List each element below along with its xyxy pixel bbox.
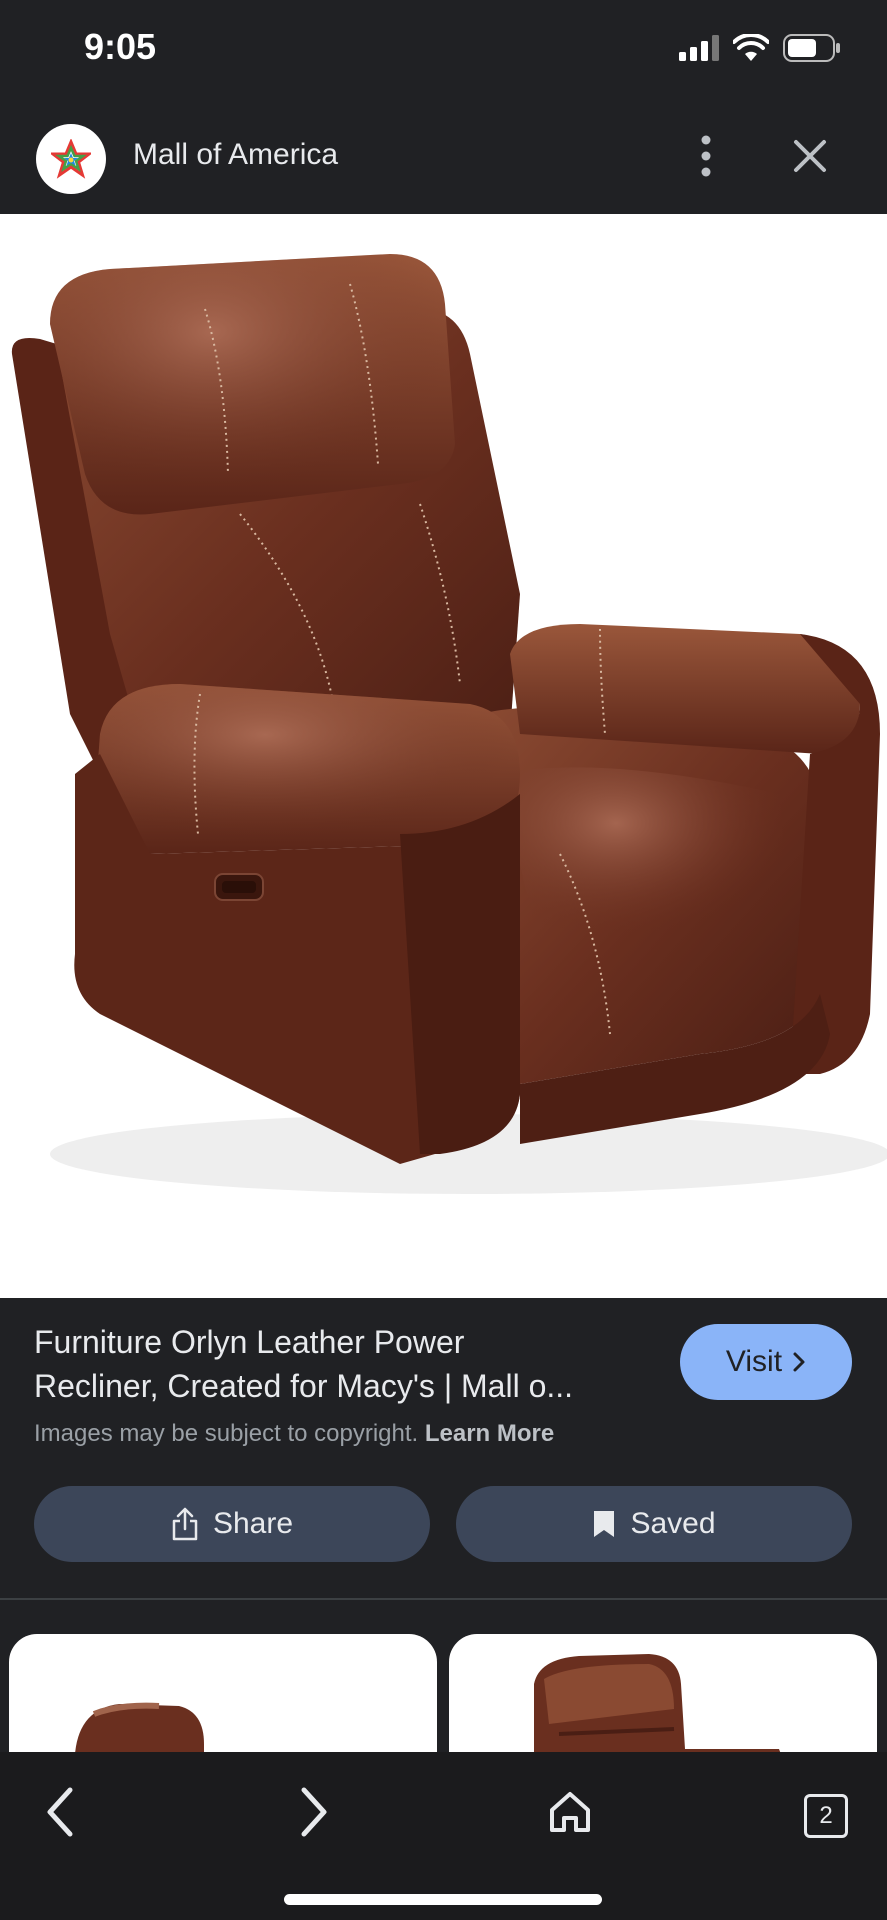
multicolor-star-icon [51, 139, 91, 179]
share-icon [172, 1507, 198, 1541]
visit-button[interactable]: Visit [680, 1324, 852, 1400]
product-title[interactable]: Furniture Orlyn Leather Power Recliner, … [34, 1320, 654, 1408]
bookmark-icon [594, 1511, 615, 1537]
chevron-left-icon [47, 1787, 73, 1837]
more-options-button[interactable] [688, 132, 724, 180]
close-button[interactable] [788, 132, 832, 180]
related-chair-thumbnail [75, 1702, 204, 1752]
chevron-right-icon [793, 1352, 805, 1372]
recliner-chair-image [11, 254, 887, 1194]
copyright-text: Images may be subject to copyright. [34, 1420, 419, 1447]
saved-button[interactable]: Saved [456, 1486, 852, 1562]
bottom-toolbar: 2 [0, 1752, 887, 1920]
related-image-card[interactable] [9, 1634, 437, 1752]
product-image[interactable] [0, 214, 887, 1298]
related-image-card[interactable] [449, 1634, 877, 1752]
saved-label: Saved [630, 1507, 716, 1540]
info-panel: Furniture Orlyn Leather Power Recliner, … [0, 1298, 887, 1598]
site-name[interactable]: Mall of America [133, 138, 338, 172]
visit-label: Visit [725, 1345, 783, 1378]
site-logo[interactable] [36, 124, 106, 194]
home-button[interactable] [540, 1782, 600, 1842]
wifi-icon [733, 34, 769, 61]
battery-icon [783, 34, 840, 62]
copyright-notice: Images may be subject to copyright. Lear… [34, 1420, 554, 1448]
tab-count-button[interactable]: 2 [804, 1794, 848, 1838]
status-bar: 9:05 [0, 0, 887, 96]
chevron-right-icon [301, 1787, 327, 1837]
more-vert-icon [701, 135, 711, 177]
product-title-line1: Furniture Orlyn Leather Power [34, 1324, 465, 1360]
viewer-header: Mall of America [0, 96, 887, 215]
share-label: Share [212, 1507, 294, 1540]
home-indicator [284, 1894, 602, 1905]
learn-more-link[interactable]: Learn More [425, 1420, 554, 1447]
product-title-line2: Recliner, Created for Macy's | Mall o... [34, 1368, 574, 1404]
back-button[interactable] [30, 1782, 90, 1842]
status-icons [679, 34, 841, 62]
forward-button[interactable] [284, 1782, 344, 1842]
close-icon [794, 140, 826, 172]
related-images [0, 1600, 887, 1752]
home-icon [550, 1792, 590, 1832]
share-button[interactable]: Share [34, 1486, 430, 1562]
status-time: 9:05 [84, 26, 157, 67]
cellular-signal-icon [679, 35, 719, 61]
related-chair-thumbnail [534, 1654, 781, 1752]
